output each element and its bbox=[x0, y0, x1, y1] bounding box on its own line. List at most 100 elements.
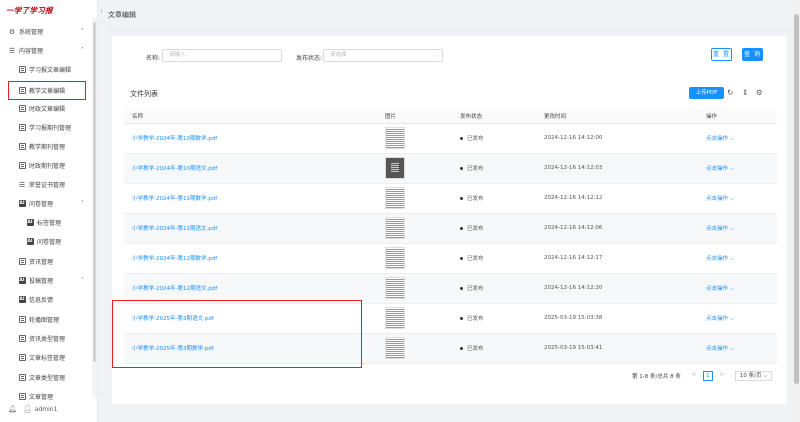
sidebar-item-label: 问卷管理 bbox=[37, 239, 62, 246]
cover-thumbnail[interactable] bbox=[385, 127, 405, 149]
name-input[interactable]: 请输入 bbox=[162, 49, 282, 62]
sidebar-item-label: 轮播图管理 bbox=[29, 317, 60, 324]
action-dropdown[interactable]: 点击操作 ⌵ bbox=[706, 166, 734, 172]
sidebar-item-label: 荣誉证书管理 bbox=[29, 182, 66, 189]
file-name-link[interactable]: 小学教学-2024年-第11期数学.pdf bbox=[132, 196, 217, 202]
edit-icon bbox=[18, 393, 26, 401]
sidebar-item-news-type[interactable]: 资讯类型管理 bbox=[0, 331, 92, 346]
chevron-down-icon: ⌵ bbox=[729, 285, 734, 292]
sidebar-item-questionnaire-sub[interactable]: AI 问卷管理 bbox=[0, 234, 92, 249]
updated-time: 2025-03-19 15:03:41 bbox=[536, 333, 698, 364]
upload-pdf-button[interactable]: 上传PDF bbox=[689, 87, 724, 99]
action-label: 点击操作 bbox=[706, 135, 729, 142]
sidebar-item-tags[interactable]: AI 标签管理 bbox=[0, 215, 92, 230]
sidebar-item-news[interactable]: 资讯管理 bbox=[0, 254, 92, 269]
chevron-down-icon: ⌵ bbox=[729, 165, 734, 172]
action-dropdown[interactable]: 点击操作 ⌵ bbox=[706, 346, 734, 352]
cover-thumbnail[interactable] bbox=[385, 217, 405, 239]
sidebar-item-label: 资讯管理 bbox=[29, 259, 54, 266]
action-dropdown[interactable]: 点击操作 ⌵ bbox=[706, 196, 734, 202]
sidebar-item-certificate[interactable]: ☰ 荣誉证书管理 bbox=[0, 177, 92, 192]
next-page-button[interactable]: > bbox=[717, 371, 727, 381]
sidebar-item-politics-periodical[interactable]: 时政期刊管理 bbox=[0, 158, 92, 173]
file-name-link[interactable]: 小学教学-2024年-第10期数学.pdf bbox=[132, 136, 217, 142]
sidebar-item-label: 文章管理 bbox=[29, 394, 54, 401]
sidebar-item-article-type[interactable]: 文章类型管理 bbox=[0, 370, 92, 385]
sidebar: 一学了学习报 ⚙ 系统管理 ˅ ☰ 内容管理 ˄ 学习报文章编辑 教学文章编辑 … bbox=[0, 0, 98, 422]
column-header-action: 操作 bbox=[698, 109, 777, 124]
document-icon: AI bbox=[18, 200, 26, 207]
status-select[interactable]: 请选择 ⌵ bbox=[323, 49, 443, 62]
sidebar-item-label: 时政文章编辑 bbox=[29, 106, 66, 113]
chevron-down-icon: ⌵ bbox=[763, 373, 768, 379]
sidebar-item-label: 文章类型管理 bbox=[29, 375, 66, 382]
sidebar-item-questionnaire[interactable]: AI 问卷管理 ˄ bbox=[0, 196, 92, 211]
page-size-select[interactable]: 10 条/页 ⌵ bbox=[734, 371, 773, 381]
sidebar-item-study-article[interactable]: 学习报文章编辑 bbox=[0, 62, 92, 77]
table-row: 小学教学-2024年-第10期语文.pdf 已发布 2024-12-16 14:… bbox=[124, 153, 777, 184]
action-dropdown[interactable]: 点击操作 ⌵ bbox=[706, 316, 734, 322]
file-name-link[interactable]: 小学教学-2024年-第12期语文.pdf bbox=[132, 286, 217, 292]
reset-button[interactable]: 重 置 bbox=[711, 48, 732, 61]
status-label: 发布状态: bbox=[296, 55, 323, 62]
file-name-link[interactable]: 小学教学-2024年-第12期数学.pdf bbox=[132, 256, 217, 262]
file-name-link[interactable]: 小学教学-2024年-第10期语文.pdf bbox=[132, 166, 217, 172]
sidebar-item-politics-article[interactable]: 时政文章编辑 bbox=[0, 101, 92, 116]
sidebar-item-teaching-article[interactable]: 教学文章编辑 bbox=[8, 81, 86, 100]
status-text: 已发布 bbox=[467, 226, 484, 232]
table-row: 小学教学-2025年-第3期数学.pdf 已发布 2025-03-19 15:0… bbox=[124, 333, 777, 364]
status-dot bbox=[460, 347, 463, 350]
sidebar-item-articles[interactable]: 文章管理 bbox=[0, 389, 92, 404]
cover-thumbnail[interactable] bbox=[385, 157, 405, 179]
sidebar-item-label: 教学期刊管理 bbox=[29, 144, 66, 151]
query-button[interactable]: 查 询 bbox=[742, 48, 763, 61]
sidebar-item-teaching-periodical[interactable]: 教学期刊管理 bbox=[0, 139, 92, 154]
status-text: 已发布 bbox=[467, 316, 484, 322]
app-logo: 一学了学习报 bbox=[6, 6, 53, 15]
prev-page-button[interactable]: < bbox=[689, 371, 699, 381]
sidebar-item-carousel[interactable]: 轮播图管理 bbox=[0, 312, 92, 327]
username: admin1 bbox=[34, 405, 58, 413]
sidebar-item-label: 教学文章编辑 bbox=[29, 88, 66, 95]
sidebar-item-study-periodical[interactable]: 学习报期刊管理 bbox=[0, 120, 92, 135]
user-info[interactable]: 🔔︎ 👤︎ admin1 bbox=[8, 405, 57, 413]
page-1-button[interactable]: 1 bbox=[702, 371, 713, 381]
sidebar-item-submission[interactable]: AI 投稿管理 ˅ bbox=[0, 273, 92, 288]
collapse-sidebar-icon[interactable]: ‹ bbox=[100, 7, 103, 15]
cover-thumbnail[interactable] bbox=[385, 307, 405, 329]
sidebar-item-label: 时政期刊管理 bbox=[29, 163, 66, 170]
cover-thumbnail[interactable] bbox=[385, 187, 405, 209]
page-scrollbar[interactable] bbox=[793, 0, 800, 422]
document-icon: AI bbox=[26, 219, 34, 226]
sidebar-item-article-tags[interactable]: 文章标签管理 bbox=[0, 350, 92, 365]
file-name-link[interactable]: 小学教学-2024年-第11期语文.pdf bbox=[132, 226, 217, 232]
menu-icon: ☰ bbox=[8, 46, 16, 55]
list-icon: ☰ bbox=[18, 180, 26, 189]
edit-icon bbox=[18, 124, 26, 132]
column-header-time: 更改时间 bbox=[536, 109, 698, 124]
cover-thumbnail[interactable] bbox=[385, 337, 405, 359]
cover-thumbnail[interactable] bbox=[385, 247, 405, 269]
file-table: 名称 图片 发布状态 更改时间 操作 小学教学-2024年-第10期数学.pdf… bbox=[124, 109, 777, 364]
edit-icon bbox=[18, 374, 26, 382]
file-name-link[interactable]: 小学教学-2025年-第3期数学.pdf bbox=[132, 346, 214, 352]
action-dropdown[interactable]: 点击操作 ⌵ bbox=[706, 286, 734, 292]
table-row: 小学教学-2024年-第12期语文.pdf 已发布 2024-12-16 14:… bbox=[124, 273, 777, 304]
action-dropdown[interactable]: 点击操作 ⌵ bbox=[706, 136, 734, 142]
cover-thumbnail[interactable] bbox=[385, 277, 405, 299]
sidebar-item-feedback[interactable]: AI 信息反馈 bbox=[0, 292, 92, 307]
column-header-image: 图片 bbox=[377, 109, 452, 124]
action-dropdown[interactable]: 点击操作 ⌵ bbox=[706, 226, 734, 232]
bell-icon[interactable]: 🔔︎ bbox=[8, 405, 17, 413]
action-dropdown[interactable]: 点击操作 ⌵ bbox=[706, 256, 734, 262]
sidebar-scrollbar[interactable] bbox=[92, 18, 97, 398]
sidebar-item-content[interactable]: ☰ 内容管理 ˄ bbox=[0, 43, 92, 58]
settings-icon[interactable]: ⚙ bbox=[756, 88, 763, 97]
list-title: 文件列表 bbox=[130, 90, 158, 98]
file-name-link[interactable]: 小学教学-2025年-第3期语文.pdf bbox=[132, 316, 214, 322]
action-label: 点击操作 bbox=[706, 165, 729, 172]
sidebar-item-system[interactable]: ⚙ 系统管理 ˅ bbox=[0, 24, 92, 39]
refresh-icon[interactable]: ↻ bbox=[727, 88, 733, 97]
chevron-down-icon: ˅ bbox=[81, 28, 84, 35]
column-height-icon[interactable]: ⇕ bbox=[742, 88, 748, 97]
